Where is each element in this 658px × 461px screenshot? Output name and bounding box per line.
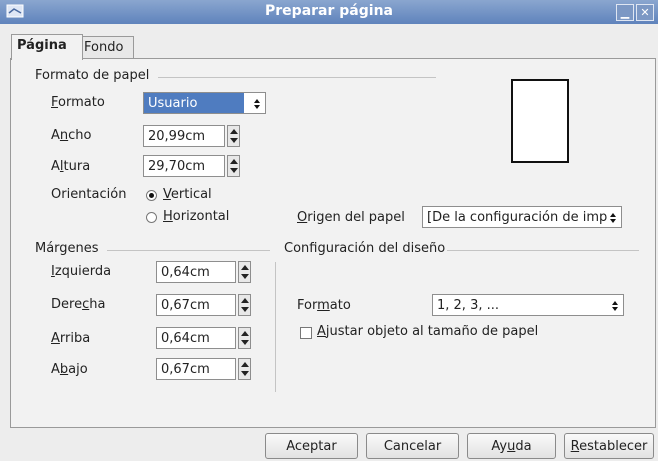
- page-setup-dialog: Preparar página ▁ ✕ Página Fondo Formato…: [0, 0, 658, 461]
- cancel-button[interactable]: Cancelar: [366, 433, 459, 459]
- margin-top-spinner[interactable]: [238, 327, 251, 349]
- margin-right-label: Derecha: [51, 297, 106, 312]
- layout-format-label: Formato: [297, 298, 351, 313]
- tab-fondo[interactable]: Fondo: [78, 36, 134, 59]
- page-preview: [511, 79, 569, 163]
- minimize-button[interactable]: ▁: [616, 4, 634, 21]
- margin-top-input[interactable]: 0,64cm: [156, 327, 236, 349]
- margin-bottom-spinner[interactable]: [238, 358, 251, 380]
- tab-label: Página: [17, 38, 67, 53]
- orientation-label: Orientación: [51, 187, 127, 202]
- minimize-icon: ▁: [620, 6, 630, 19]
- paper-source-select[interactable]: [De la configuración de imp: [422, 206, 622, 228]
- updown-arrow-icon: [610, 213, 616, 223]
- paper-format-section-title: Formato de papel: [35, 68, 150, 83]
- margin-top-label: Arriba: [51, 331, 91, 346]
- paper-source-value: [De la configuración de imp: [427, 210, 608, 225]
- paper-source-label: Origen del papel: [297, 210, 405, 225]
- margin-left-input[interactable]: 0,64cm: [156, 261, 236, 283]
- close-icon: ✕: [640, 6, 650, 19]
- fit-object-checkbox[interactable]: [300, 327, 312, 339]
- margins-section-title: Márgenes: [35, 241, 99, 256]
- radio-vertical[interactable]: [146, 190, 157, 201]
- divider: [447, 250, 639, 251]
- format-label: Formato: [51, 95, 105, 110]
- margin-left-spinner[interactable]: [238, 261, 251, 283]
- height-label: Altura: [51, 159, 91, 174]
- tab-pagina[interactable]: Página: [11, 34, 83, 60]
- divider: [158, 77, 436, 78]
- margin-bottom-label: Abajo: [51, 362, 88, 377]
- window-title: Preparar página: [265, 3, 393, 19]
- height-input[interactable]: 29,70cm: [143, 155, 225, 177]
- horizontal-label: Horizontal: [163, 209, 230, 224]
- margin-right-input[interactable]: 0,67cm: [156, 294, 236, 316]
- ok-button[interactable]: Aceptar: [265, 433, 358, 459]
- paper-format-select[interactable]: Usuario: [143, 92, 266, 114]
- width-input[interactable]: 20,99cm: [143, 125, 225, 147]
- margin-bottom-input[interactable]: 0,67cm: [156, 358, 236, 380]
- reset-button[interactable]: Restablecer: [564, 433, 654, 459]
- width-label: Ancho: [51, 128, 92, 143]
- height-spinner[interactable]: [227, 155, 240, 177]
- vertical-label: Vertical: [163, 187, 212, 202]
- layout-section-title: Configuración del diseño: [284, 241, 446, 256]
- width-spinner[interactable]: [227, 125, 240, 147]
- margin-right-spinner[interactable]: [238, 294, 251, 316]
- updown-arrow-icon: [254, 99, 260, 109]
- margin-left-label: Izquierda: [51, 264, 112, 279]
- paper-format-value: Usuario: [148, 96, 198, 111]
- title-bar: Preparar página ▁ ✕: [0, 0, 658, 24]
- tab-label: Fondo: [84, 40, 124, 55]
- close-button[interactable]: ✕: [636, 4, 654, 21]
- layout-format-value: 1, 2, 3, ...: [437, 298, 500, 313]
- layout-format-select[interactable]: 1, 2, 3, ...: [432, 294, 624, 316]
- updown-arrow-icon: [612, 301, 618, 311]
- divider: [107, 250, 270, 251]
- radio-horizontal[interactable]: [146, 212, 157, 223]
- section-divider: [275, 262, 276, 392]
- fit-object-label: Ajustar objeto al tamaño de papel: [317, 324, 539, 339]
- help-button[interactable]: Ayuda: [467, 433, 556, 459]
